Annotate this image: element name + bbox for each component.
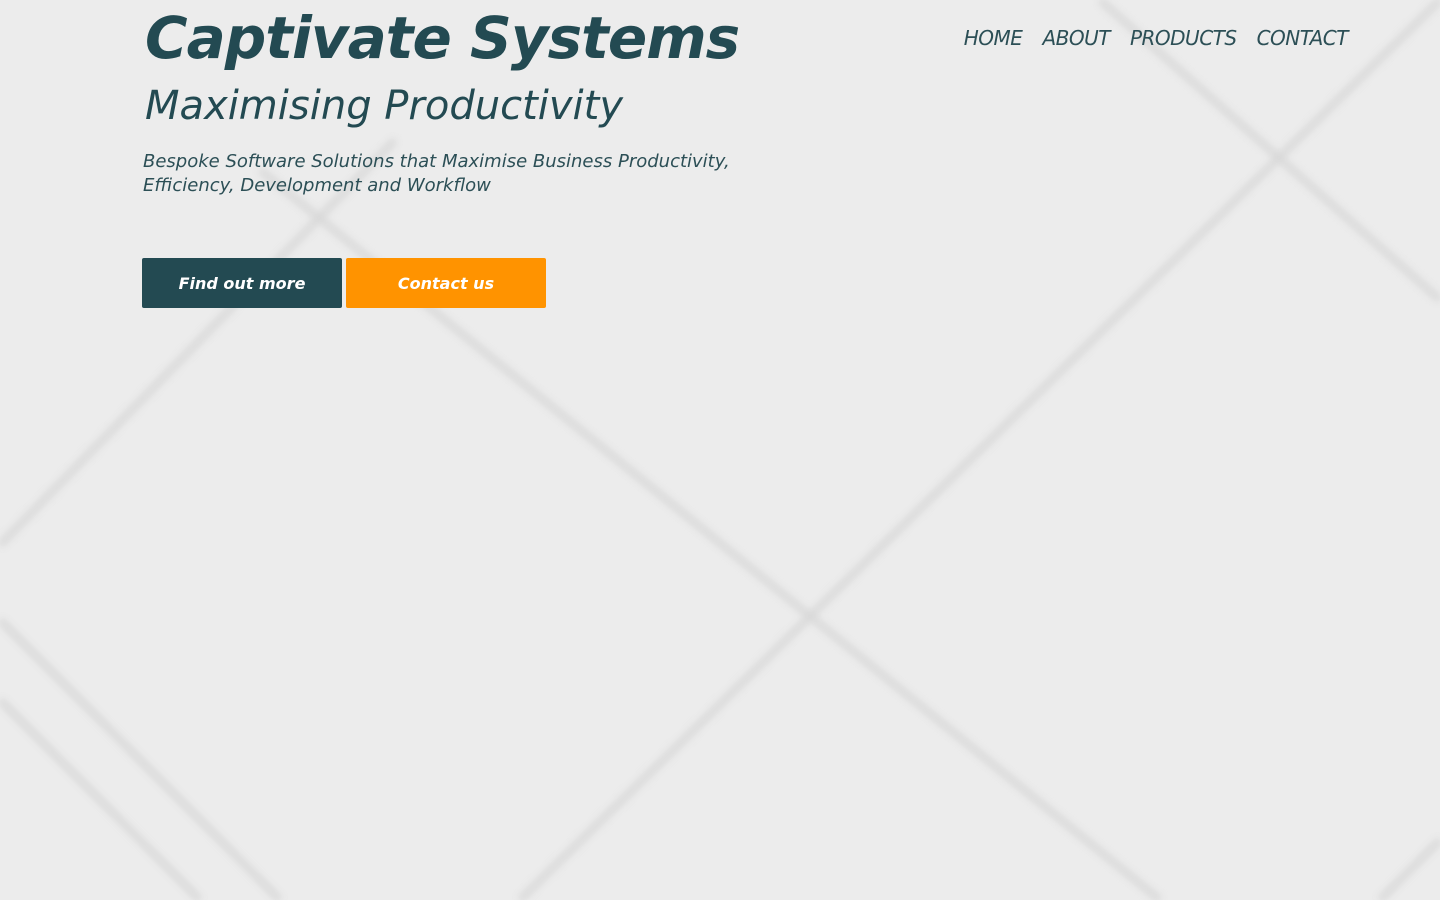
nav-products-link[interactable]: PRODUCTS bbox=[1130, 26, 1237, 50]
nav-about-link[interactable]: ABOUT bbox=[1042, 26, 1110, 50]
site-title[interactable]: Captivate Systems bbox=[145, 2, 740, 74]
hero-description: Bespoke Software Solutions that Maximise… bbox=[143, 151, 730, 196]
nav-home-link[interactable]: HOME bbox=[964, 26, 1023, 50]
nav-contact-link[interactable]: CONTACT bbox=[1257, 26, 1349, 50]
site-tagline: Maximising Productivity bbox=[145, 83, 624, 129]
contact-us-button[interactable]: Contact us bbox=[346, 258, 546, 308]
brand: Captivate Systems bbox=[145, 2, 740, 74]
main-nav: HOME ABOUT PRODUCTS CONTACT bbox=[964, 26, 1349, 50]
find-out-more-button[interactable]: Find out more bbox=[142, 258, 342, 308]
background-pattern bbox=[0, 0, 1440, 900]
cta-buttons: Find out more Contact us bbox=[142, 258, 546, 308]
